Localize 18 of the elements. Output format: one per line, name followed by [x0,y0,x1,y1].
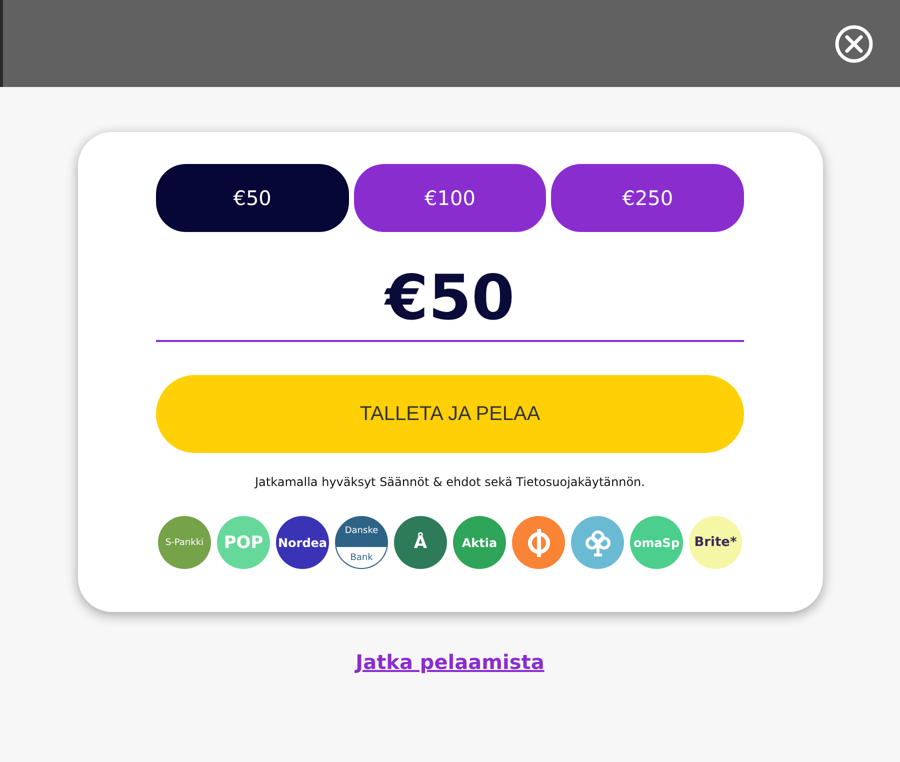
bank-name: Å [414,532,428,552]
amount-button[interactable]: €100 [354,164,546,232]
amount-button[interactable]: €250 [551,164,744,232]
bank-name: Nordea [278,536,328,550]
terms-text: Jatkamalla hyväksyt Säännöt & ehdot sekä Tietosuojakäytännön. [255,475,645,489]
continue-link[interactable]: Jatka pelaamista [356,650,544,674]
bank-name: Aktia [462,536,498,550]
bank-name: omaSp [633,536,680,550]
bank-name: Bank [350,552,373,562]
bank-name: Brite* [694,535,737,550]
deposit-button[interactable]: TALLETA JA PELAA [156,375,744,453]
bank-name: POP [224,532,264,552]
bank-name: S-Pankki [165,538,204,548]
amount-field[interactable]: €50 [156,232,744,342]
close-icon[interactable] [834,24,874,64]
tree-icon [582,528,612,558]
amount-button[interactable]: €50 [156,164,349,232]
bank-name: Danske [344,526,378,536]
